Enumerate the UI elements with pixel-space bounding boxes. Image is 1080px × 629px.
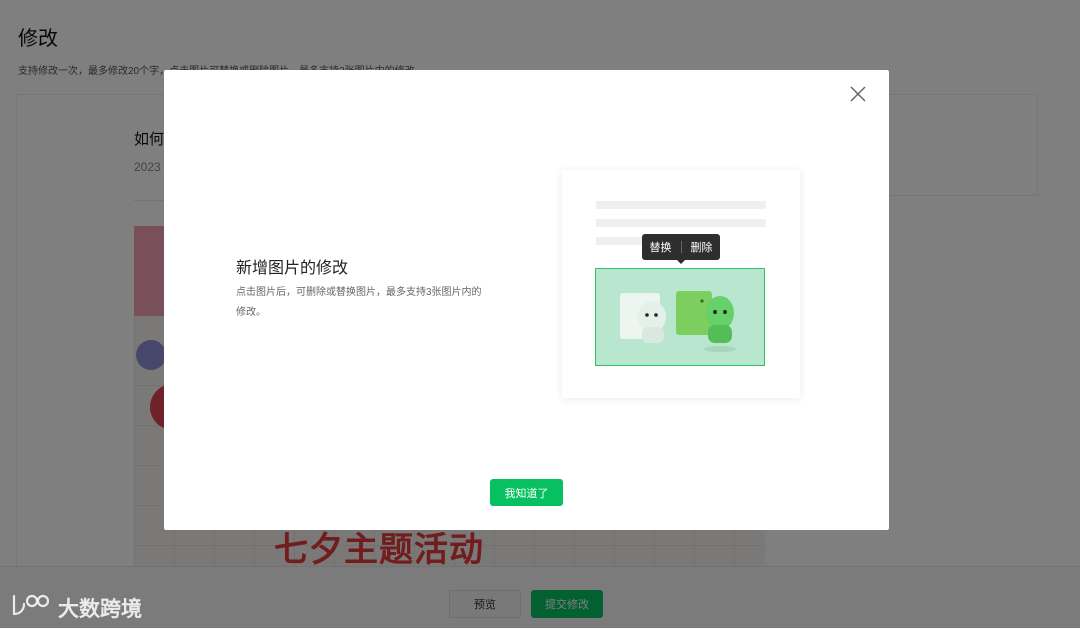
logo-icon: [10, 592, 52, 623]
tooltip-separator: [680, 241, 682, 253]
image-action-tooltip: 替换 删除: [642, 234, 720, 264]
placeholder-line: [596, 201, 766, 209]
close-button[interactable]: [848, 84, 868, 104]
tooltip-delete: 删除: [690, 242, 713, 254]
watermark-text: 大数跨境: [58, 596, 142, 621]
dialog-heading: 新增图片的修改: [236, 260, 349, 277]
mascot-illustration: [596, 269, 764, 365]
dialog-description: 点击图片后，可删除或替换图片，最多支持3张图片内的修改。: [236, 287, 482, 318]
placeholder-line: [596, 219, 766, 227]
placeholder-line: [596, 237, 644, 245]
guide-dialog: 新增图片的修改 点击图片后，可删除或替换图片，最多支持3张图片内的修改。 替换 …: [164, 70, 889, 530]
illustration-card: 替换 删除: [562, 170, 800, 398]
tooltip-arrow: [677, 260, 685, 264]
got-it-button[interactable]: 我知道了: [490, 479, 563, 506]
tooltip-replace: 替换: [649, 242, 672, 254]
illustration-photo: [595, 268, 765, 366]
watermark: 大数跨境: [10, 592, 142, 623]
close-icon: [848, 86, 868, 108]
